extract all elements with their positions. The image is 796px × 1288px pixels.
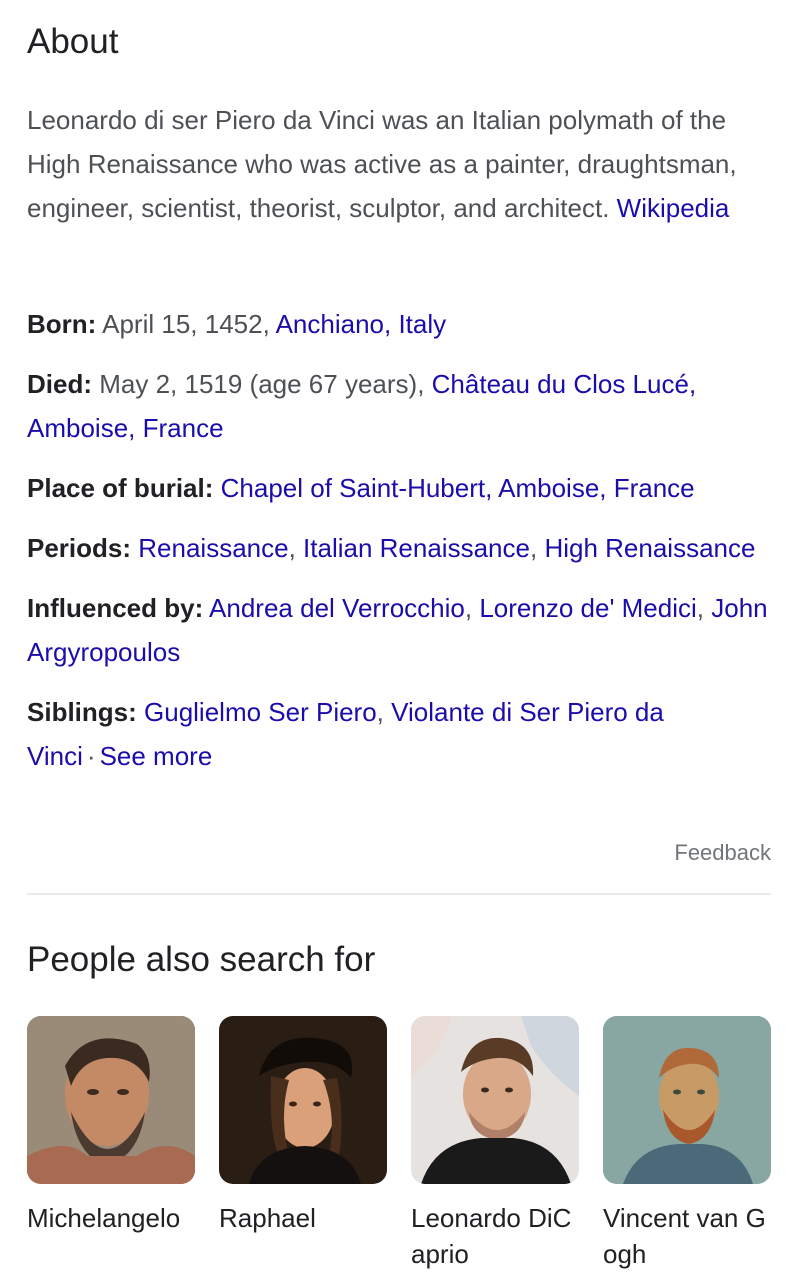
people-also-search-carousel: Michelangelo Raphael Leonardo DiCaprio V…: [27, 1016, 771, 1272]
portrait-raphael-icon[interactable]: [219, 1016, 387, 1184]
person-name-raphael[interactable]: Raphael: [219, 1200, 387, 1236]
fact-periods: Periods: Renaissance, Italian Renaissanc…: [27, 533, 756, 563]
link-influence-medici[interactable]: Lorenzo de' Medici: [479, 593, 696, 623]
link-period-renaissance[interactable]: Renaissance: [138, 533, 288, 563]
fact-value-died: May 2, 1519 (age 67 years),: [99, 369, 425, 399]
fact-label-died: Died:: [27, 369, 92, 399]
portrait-michelangelo-icon[interactable]: [27, 1016, 195, 1184]
person-card-raphael[interactable]: Raphael: [219, 1016, 387, 1272]
fact-siblings: Siblings: Guglielmo Ser Piero, Violante …: [27, 697, 664, 771]
person-name-van-gogh[interactable]: Vincent van Gogh: [603, 1200, 771, 1272]
portrait-dicaprio-icon[interactable]: [411, 1016, 579, 1184]
person-card-van-gogh[interactable]: Vincent van Gogh: [603, 1016, 771, 1272]
about-description: Leonardo di ser Piero da Vinci was an It…: [27, 98, 767, 230]
link-burial-place[interactable]: Chapel of Saint-Hubert, Amboise, France: [221, 473, 695, 503]
link-influence-verrocchio[interactable]: Andrea del Verrocchio: [209, 593, 465, 623]
fact-died: Died: May 2, 1519 (age 67 years), Châtea…: [27, 362, 771, 450]
link-birthplace[interactable]: Anchiano, Italy: [276, 309, 447, 339]
link-sibling-guglielmo[interactable]: Guglielmo Ser Piero: [144, 697, 377, 727]
fact-label-periods: Periods:: [27, 533, 132, 563]
portrait-van-gogh-icon[interactable]: [603, 1016, 771, 1184]
fact-label-born: Born:: [27, 309, 97, 339]
fact-label-influenced: Influenced by:: [27, 593, 204, 623]
person-card-dicaprio[interactable]: Leonardo DiCaprio: [411, 1016, 579, 1272]
fact-label-siblings: Siblings:: [27, 697, 137, 727]
fact-label-burial: Place of burial:: [27, 473, 214, 503]
link-period-high-renaissance[interactable]: High Renaissance: [544, 533, 755, 563]
person-name-dicaprio[interactable]: Leonardo DiCaprio: [411, 1200, 579, 1272]
fact-value-born: April 15, 1452,: [102, 309, 270, 339]
see-more-link[interactable]: See more: [100, 741, 213, 771]
about-heading: About: [27, 22, 119, 61]
fact-influenced-by: Influenced by: Andrea del Verrocchio, Lo…: [27, 593, 768, 667]
wikipedia-link[interactable]: Wikipedia: [617, 193, 730, 223]
fact-born: Born: April 15, 1452, Anchiano, Italy: [27, 302, 771, 346]
person-name-michelangelo[interactable]: Michelangelo: [27, 1200, 195, 1236]
separator-dot: ·: [86, 741, 96, 771]
link-period-italian-renaissance[interactable]: Italian Renaissance: [303, 533, 530, 563]
person-card-michelangelo[interactable]: Michelangelo: [27, 1016, 195, 1272]
facts-list: Born: April 15, 1452, Anchiano, Italy Di…: [27, 302, 771, 794]
fact-burial: Place of burial: Chapel of Saint-Hubert,…: [27, 466, 771, 510]
feedback-link[interactable]: Feedback: [674, 838, 771, 868]
section-divider: [27, 893, 771, 895]
people-also-search-heading: People also search for: [27, 940, 376, 979]
